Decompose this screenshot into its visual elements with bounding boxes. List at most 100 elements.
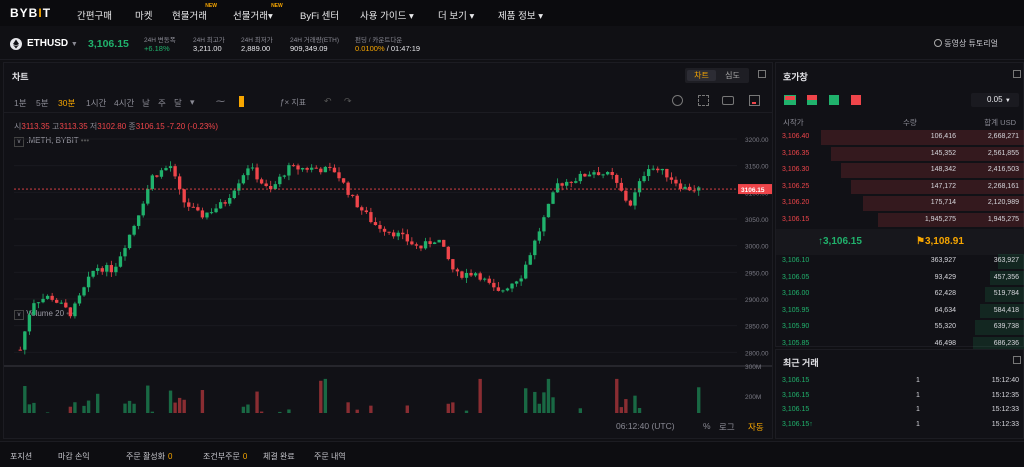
qty: 363,927 — [930, 257, 956, 264]
total: 363,927 — [993, 257, 1019, 264]
volume-bar — [123, 403, 127, 413]
nav-item-6[interactable]: 더 보기 ▾ — [438, 8, 474, 22]
precision-select[interactable]: 0.05 ▼ — [971, 93, 1019, 107]
timeframe-2[interactable]: 30분 — [58, 97, 75, 109]
ask-row[interactable]: 3,106.30 148,342 2,416,503 — [776, 162, 1024, 179]
ask-row[interactable]: 3,106.15 1,945,275 1,945,275 — [776, 212, 1024, 229]
price: 3,106.35 — [782, 149, 810, 157]
nav-item-5[interactable]: 사용 가이드 ▾ — [360, 8, 414, 22]
ask-row[interactable]: 3,106.20 175,714 2,120,989 — [776, 195, 1024, 212]
timeframe-4[interactable]: 4시간 — [114, 97, 134, 109]
expand-icon[interactable] — [758, 70, 766, 78]
book-asks-icon[interactable] — [851, 95, 861, 105]
candle — [469, 269, 473, 278]
book-bids-icon[interactable] — [829, 95, 839, 105]
timeframe-7[interactable]: 달 — [174, 97, 182, 109]
candle — [687, 183, 692, 192]
tab-depth[interactable]: 심도 — [718, 70, 747, 81]
bid-row[interactable]: 3,105.95 64,634 584,418 — [776, 303, 1024, 320]
bottom-tab-4[interactable]: 체결 완료 — [263, 451, 295, 462]
ask-row[interactable]: 3,106.35 145,352 2,561,855 — [776, 146, 1024, 163]
layout-icon[interactable] — [749, 95, 760, 106]
candle — [114, 262, 118, 276]
volume-bar — [624, 399, 628, 413]
candle — [437, 239, 441, 243]
orderbook-panel: 호가창 0.05 ▼ 시작가 수량 합계 USD 3,106.40 106,416… — [775, 62, 1024, 351]
fullscreen-icon[interactable] — [698, 95, 709, 106]
candle — [32, 299, 36, 316]
nav-item-3[interactable]: 선물거래▾ NEW — [233, 3, 283, 22]
timeframe-dropdown-icon[interactable]: ▾ — [190, 97, 195, 108]
candle — [624, 187, 628, 203]
tab-label: 포지션 — [10, 452, 33, 461]
candle — [496, 282, 501, 292]
bid-row[interactable]: 3,106.05 93,429 457,356 — [776, 270, 1024, 287]
symbol-selector[interactable]: ETHUSD ▼ — [27, 38, 78, 49]
candlestick-chart[interactable]: 3200.003150.003100.003050.003000.002950.… — [4, 113, 772, 413]
timeframe-0[interactable]: 1분 — [14, 97, 27, 109]
bottom-tab-0[interactable]: 포지션 — [10, 451, 32, 462]
bid-row[interactable]: 3,106.00 62,428 519,784 — [776, 286, 1024, 303]
book-split-icon[interactable] — [807, 95, 817, 105]
nav-item-1[interactable]: 마켓 — [135, 8, 152, 22]
camera-icon[interactable] — [722, 96, 734, 105]
log-scale-toggle[interactable]: 로그 — [719, 421, 735, 433]
expand-icon[interactable] — [1013, 356, 1021, 364]
candle — [501, 289, 505, 293]
candle — [50, 292, 54, 302]
trade-row: 3,106.15↑ 1 15:12:33 — [776, 418, 1024, 433]
nav-item-7[interactable]: 제품 정보 ▾ — [498, 8, 543, 22]
timeframe-6[interactable]: 주 — [158, 97, 166, 109]
bybit-logo[interactable]: BYBIT — [10, 6, 74, 20]
candle — [446, 246, 450, 261]
tutorial-link[interactable]: 동영상 튜토리얼 — [934, 38, 998, 49]
volume-bar — [355, 409, 359, 413]
bid-row[interactable]: 3,106.10 363,927 363,927 — [776, 253, 1024, 270]
indicator-button[interactable]: ƒ× 지표 — [280, 97, 306, 108]
candle — [177, 173, 182, 195]
nav-item-4[interactable]: ByFi 센터 — [300, 8, 339, 22]
undo-icon[interactable]: ↶ — [324, 96, 332, 107]
volume-bar — [86, 400, 91, 413]
candle — [282, 174, 287, 179]
settings-gear-icon[interactable] — [672, 95, 683, 106]
tab-chart[interactable]: 차트 — [687, 70, 716, 81]
redo-icon[interactable]: ↷ — [344, 96, 352, 107]
candle — [574, 177, 578, 184]
auto-scale-toggle[interactable]: 자동 — [748, 421, 764, 433]
bottom-tab-5[interactable]: 주문 내역 — [314, 451, 346, 462]
price: 3,106.20 — [782, 199, 810, 206]
nav-item-2[interactable]: 현물거래 NEW — [172, 3, 217, 22]
ask-row[interactable]: 3,106.25 147,172 2,268,161 — [776, 179, 1024, 196]
bottom-tab-3[interactable]: 조건부주문 0 — [203, 451, 247, 462]
expand-icon[interactable] — [1013, 70, 1021, 78]
percent-scale-toggle[interactable]: % — [703, 421, 711, 431]
timeframe-3[interactable]: 1시간 — [86, 97, 106, 109]
candle — [77, 293, 82, 306]
candle — [18, 346, 22, 351]
timeframe-1[interactable]: 5분 — [36, 97, 49, 109]
tab-label: 마감 손익 — [58, 452, 90, 461]
y-tick-label: 3150.00 — [745, 164, 769, 171]
trade-row: 3,106.15 1 15:12:35 — [776, 389, 1024, 404]
candle — [542, 215, 546, 237]
timeframe-5[interactable]: 날 — [142, 97, 150, 109]
bottom-tab-1[interactable]: 마감 손익 — [58, 451, 90, 462]
ask-row[interactable]: 3,106.40 106,416 2,668,271 — [776, 129, 1024, 146]
candle — [205, 212, 209, 220]
bottom-tab-2[interactable]: 주문 활성화 0 — [126, 451, 172, 462]
candle — [269, 180, 273, 193]
candle — [551, 190, 555, 205]
candle — [619, 177, 623, 192]
line-chart-icon[interactable]: ⁓ — [216, 96, 225, 107]
candle — [250, 163, 255, 171]
candle-style-icon[interactable] — [239, 96, 244, 107]
high-label: 24H 최고가 — [193, 37, 225, 44]
bid-row[interactable]: 3,105.90 55,320 639,738 — [776, 319, 1024, 336]
nav-item-0[interactable]: 간편구매 — [77, 8, 112, 22]
candle — [228, 194, 232, 207]
candle — [451, 258, 455, 273]
book-both-icon[interactable] — [784, 95, 796, 105]
chart-depth-toggle: 차트 심도 — [685, 68, 749, 83]
qty: 148,342 — [930, 166, 956, 173]
